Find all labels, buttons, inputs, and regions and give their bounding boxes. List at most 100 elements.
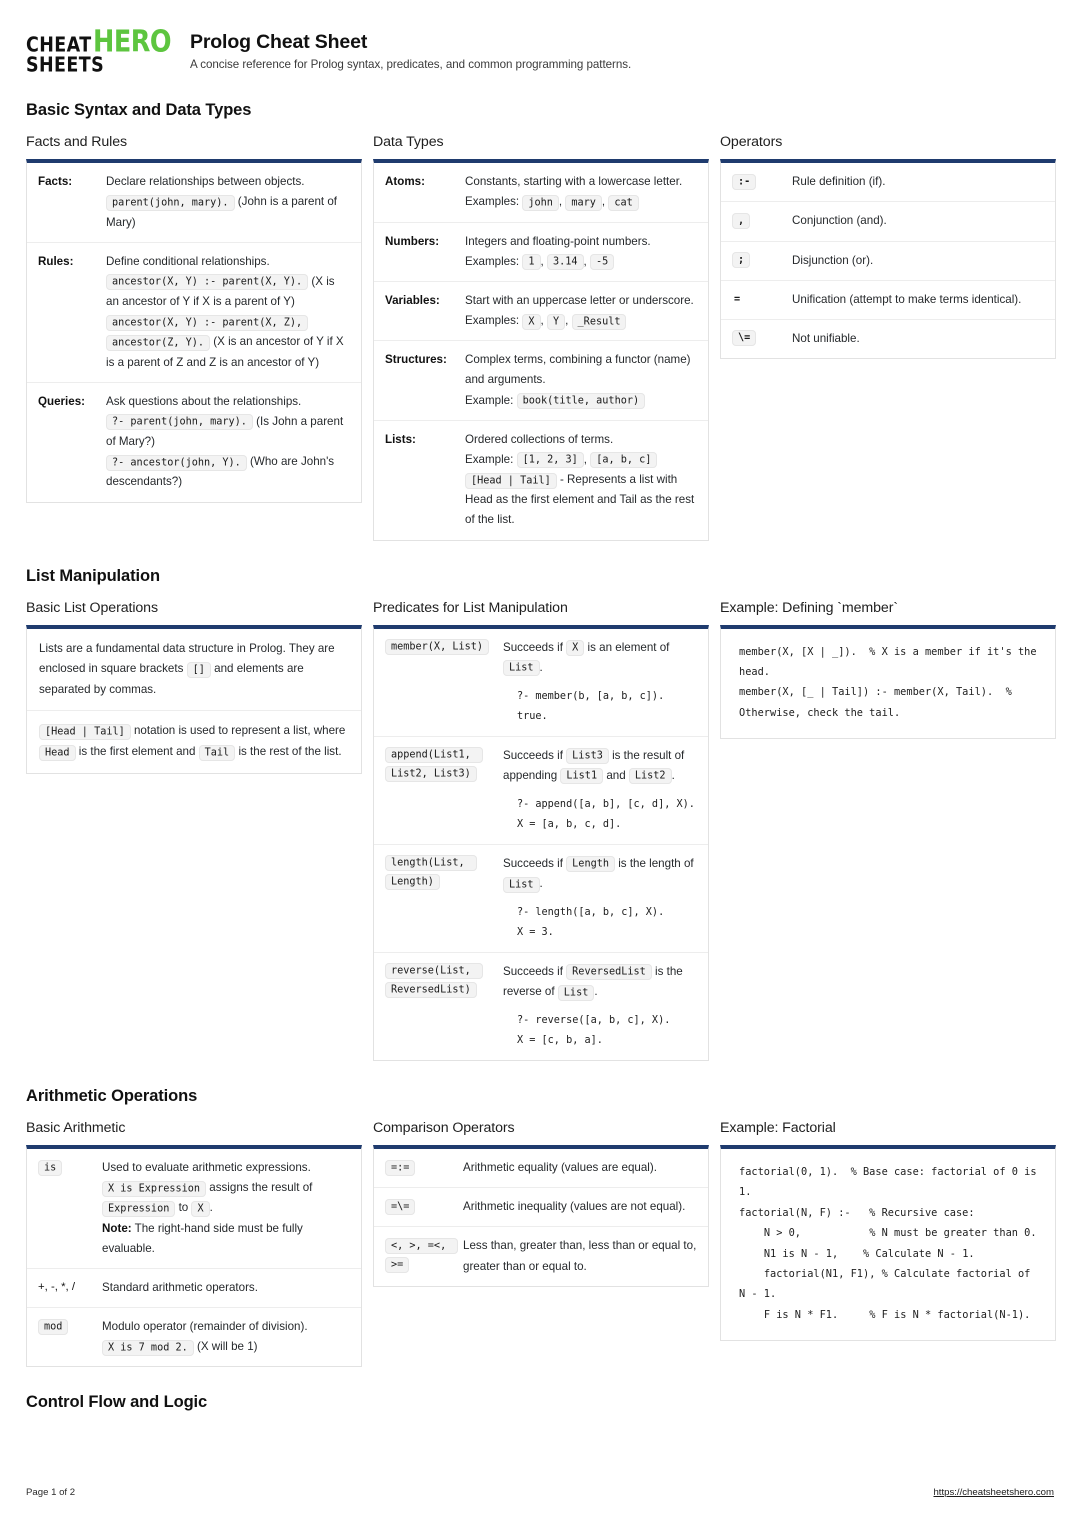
example-label: Examples: [465,195,520,209]
card-title-basic-arithmetic: Basic Arithmetic [26,1120,126,1137]
row-description: Standard arithmetic operators. [102,1280,258,1294]
row-term: Variables: [385,293,440,307]
card-title-example-factorial: Example: Factorial [720,1120,836,1137]
row-term: , [732,211,786,230]
card-title-operators: Operators [720,134,783,151]
brand-logo: CHEAT HERO SHEETS [26,23,172,78]
row-text: Modulo operator (remainder of division). [102,1320,308,1334]
row-description: Succeeds if ReversedList is the reverse … [503,962,697,1051]
row-description: Succeeds if X is an element of List. ?- … [503,638,697,727]
row-text: is the rest of the list. [238,745,342,759]
code-badge: List [503,876,540,893]
row-term: Numbers: [385,234,440,248]
table-row: Atoms: Constants, starting with a lowerc… [374,163,708,223]
column-facts-and-rules: Facts and Rules Facts: Declare relations… [26,134,362,503]
code-badge: ancestor(X, Y) :- parent(X, Y). [106,274,309,291]
row-description: Define conditional relationships. ancest… [106,252,350,373]
code-badge: member(X, List) [385,639,490,656]
row-text: . [209,1201,213,1215]
code-badge: X [522,313,541,330]
code-badge: Head [39,744,76,761]
row-description: Complex terms, combining a functor (name… [465,350,697,411]
code-badge: =:= [385,1159,416,1176]
code-block-factorial: factorial(0, 1). % Base case: factorial … [739,1166,1037,1321]
row-text: Succeeds if [503,856,563,870]
code-badge: john [522,194,559,211]
row-description: Ordered collections of terms. Example: [… [465,432,695,527]
code-badge: X is Expression [102,1180,207,1197]
table-row: Structures: Complex terms, combining a f… [374,341,708,421]
row-text: Start with an uppercase letter or unders… [465,293,694,307]
table-row: =\= Arithmetic inequality (values are no… [374,1188,708,1228]
code-badge: cat [608,194,639,211]
section-heading-arithmetic: Arithmetic Operations [26,1087,198,1106]
code-badge: 1 [522,254,541,271]
card-example-factorial: factorial(0, 1). % Base case: factorial … [720,1145,1056,1342]
brand-logo-line2: SHEETS [26,53,105,78]
card-example-member: member(X, [X | _]). % X is a member if i… [720,624,1056,740]
code-badge: X [191,1200,210,1217]
site-url-link[interactable]: https://cheatsheetshero.com [933,1487,1054,1498]
row-term: \= [732,329,786,348]
row-description: Integers and floating-point numbers. Exa… [465,232,697,272]
code-badge: [Head | Tail] [39,723,131,740]
row-description: Less than, greater than, less than or eq… [463,1239,697,1273]
code-badge: mary [565,194,602,211]
cheatsheet-page: CHEAT HERO SHEETS Prolog Cheat Sheet A c… [0,0,1080,1526]
row-description: Succeeds if List3 is the result of appen… [503,746,697,835]
row-term: Queries: [38,394,86,408]
table-row: [Head | Tail] notation is used to repres… [27,711,361,772]
card-basic-arithmetic: is Used to evaluate arithmetic expressio… [26,1145,362,1368]
code-badge: book(title, author) [516,393,646,410]
row-description: Ask questions about the relationships. ?… [106,392,350,493]
code-block-member: member(X, [X | _]). % X is a member if i… [739,645,1037,719]
code-badge: -5 [589,254,615,271]
code-sample: ?- member(b, [a, b, c]). true. [517,690,665,722]
row-description: Modulo operator (remainder of division).… [102,1317,350,1357]
column-example-member: Example: Defining `member` member(X, [X … [720,600,1056,740]
row-text: Succeeds if [503,640,563,654]
note-label: Note: [102,1221,132,1235]
row-text: to [178,1201,189,1215]
code-badge: [] [186,661,211,678]
column-example-factorial: Example: Factorial factorial(0, 1). % Ba… [720,1120,1056,1342]
row-description: Arithmetic equality (values are equal). [463,1161,657,1175]
row-description: Used to evaluate arithmetic expressions.… [102,1158,350,1259]
row-term: is [38,1158,96,1177]
code-badge: , [732,212,751,229]
table-row: +, -, *, / Standard arithmetic operators… [27,1269,361,1309]
row-term: ; [732,251,786,270]
row-term: reverse(List, ReversedList) [385,962,497,1000]
row-term: mod [38,1317,96,1336]
row-description: Disjunction (or). [792,253,874,267]
code-badge: ancestor(Z, Y). [106,334,211,351]
card-title-facts-and-rules: Facts and Rules [26,134,128,151]
title-block: Prolog Cheat Sheet A concise reference f… [190,30,631,71]
row-term: :- [732,172,786,191]
code-badge: ReversedList [566,964,652,981]
row-description: Start with an uppercase letter or unders… [465,291,697,331]
section-arithmetic-columns: Basic Arithmetic is Used to evaluate ari… [26,1120,1056,1368]
code-badge: List3 [566,748,609,765]
brand-logo-line1: CHEAT [26,33,92,58]
row-description: Arithmetic inequality (values are not eq… [463,1200,686,1214]
row-description: Not unifiable. [792,331,860,345]
row-text: Succeeds if [503,748,563,762]
card-title-example-member: Example: Defining `member` [720,599,898,616]
row-text: . [539,660,543,674]
row-text: assigns the result of [209,1181,313,1195]
example-label: Example: [465,393,514,407]
code-badge: Tail [198,744,236,761]
row-text: and [606,768,626,782]
code-badge: reverse(List, ReversedList) [385,963,483,999]
section-heading-control-flow: Control Flow and Logic [26,1393,208,1412]
code-badge: :- [732,173,757,190]
code-badge: List1 [560,768,604,785]
column-operators: Operators :- Rule definition (if). , Con… [720,134,1056,360]
brand-logo-hero: HERO [92,23,172,59]
code-sample: ?- length([a, b, c], X). X = 3. [517,907,665,939]
card-list-predicates: member(X, List) Succeeds if X is an elem… [373,624,709,1062]
table-row: Lists are a fundamental data structure i… [27,629,361,712]
table-row: Rules: Define conditional relationships.… [27,243,361,383]
table-row: length(List, Length) Succeeds if Length … [374,845,708,953]
